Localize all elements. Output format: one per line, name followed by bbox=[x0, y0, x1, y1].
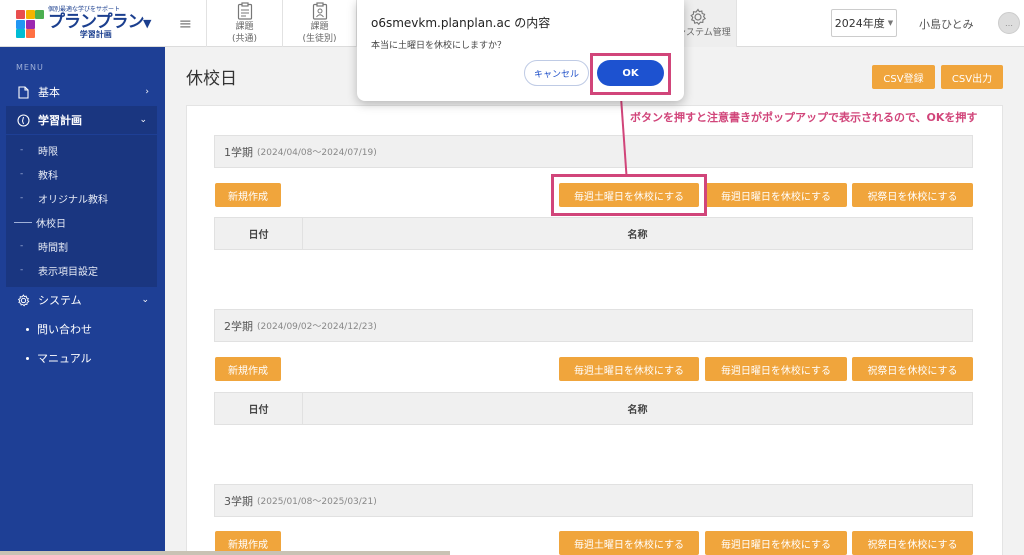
csv-import-button[interactable]: CSV登録 bbox=[872, 65, 935, 89]
holiday-closed-button[interactable]: 祝祭日を休校にする bbox=[852, 531, 973, 555]
sunday-closed-button[interactable]: 毎週日曜日を休校にする bbox=[705, 183, 847, 207]
term-dates: (2025/01/08〜2025/03/21) bbox=[257, 497, 377, 507]
sidebar-sub-label: 表示項目設定 bbox=[38, 266, 98, 278]
year-select[interactable]: 2024年度 ▼ bbox=[831, 9, 897, 37]
sidebar-item-system[interactable]: システム ⌄ bbox=[0, 286, 165, 314]
tab-assignment-common[interactable]: 課題 (共通) bbox=[207, 0, 283, 47]
saturday-closed-button[interactable]: 毎週土曜日を休校にする bbox=[559, 357, 699, 381]
gear-icon bbox=[690, 8, 707, 25]
sidebar-sub-label: オリジナル教科 bbox=[38, 194, 108, 206]
logo-mark-icon bbox=[16, 9, 44, 38]
chevron-down-icon: ⌄ bbox=[139, 115, 147, 125]
new-button[interactable]: 新規作成 bbox=[215, 357, 281, 381]
logo-main-text: プランプラン bbox=[48, 11, 144, 32]
holiday-closed-button[interactable]: 祝祭日を休校にする bbox=[852, 357, 973, 381]
sidebar-item-inquiry[interactable]: 問い合わせ bbox=[0, 316, 165, 342]
dialog-message: 本当に土曜日を休校にしますか？ bbox=[371, 41, 507, 51]
tab-label-sub: (生徒別) bbox=[302, 33, 337, 44]
table-header: 日付 名称 bbox=[214, 392, 973, 425]
tab-assignment-student[interactable]: 課題 (生徒別) bbox=[283, 0, 357, 47]
col-name: 名称 bbox=[627, 405, 648, 416]
sunday-closed-button[interactable]: 毎週日曜日を休校にする bbox=[705, 357, 847, 381]
term-name: 1学期 bbox=[224, 145, 253, 159]
horizontal-scrollbar[interactable] bbox=[0, 551, 450, 555]
sidebar-item-label: 基本 bbox=[38, 86, 60, 99]
col-date: 日付 bbox=[215, 218, 303, 249]
avatar-text: … bbox=[1005, 18, 1013, 28]
annotation-text: ボタンを押すと注意書きがポップアップで表示されるので、OKを押す bbox=[630, 111, 978, 124]
tab-label: 課題 bbox=[310, 21, 329, 32]
sidebar-sub-original-subject[interactable]: - オリジナル教科 bbox=[6, 186, 157, 210]
menu-label: MENU bbox=[16, 63, 44, 72]
sidebar-sub-display-settings[interactable]: - 表示項目設定 bbox=[6, 258, 157, 282]
dialog-title: o6smevkm.planplan.ac の内容 bbox=[371, 16, 551, 30]
sidebar-item-study-plan[interactable]: 学習計画 ⌄ bbox=[6, 106, 157, 134]
saturday-closed-button[interactable]: 毎週土曜日を休校にする bbox=[559, 531, 699, 555]
app-switch-caret-icon[interactable]: ▼ bbox=[143, 17, 151, 30]
term-dates: (2024/04/08〜2024/07/19) bbox=[257, 148, 377, 158]
csv-export-button[interactable]: CSV出力 bbox=[941, 65, 1003, 89]
col-date: 日付 bbox=[215, 393, 303, 424]
term-header: 3学期 (2025/01/08〜2025/03/21) bbox=[214, 484, 973, 517]
gear-icon bbox=[17, 293, 29, 307]
sidebar-sub-closed-days[interactable]: 休校日 bbox=[6, 210, 157, 234]
sidebar-sub-timetable[interactable]: - 時間割 bbox=[6, 234, 157, 258]
term-name: 3学期 bbox=[224, 494, 253, 508]
document-icon bbox=[17, 85, 29, 99]
sidebar-item-basic[interactable]: 基本 › bbox=[0, 78, 165, 106]
sidebar-item-label: 問い合わせ bbox=[37, 323, 92, 336]
sidebar-item-label: マニュアル bbox=[37, 352, 92, 365]
logo-sub-text: 学習計画 bbox=[79, 30, 112, 40]
study-plan-submenu: - 時限 - 教科 - オリジナル教科 休校日 - 時間割 - 表示項目設定 bbox=[6, 135, 157, 287]
tab-label-sub: (共通) bbox=[231, 33, 258, 44]
sidebar-sub-label: 休校日 bbox=[36, 218, 66, 230]
term-dates: (2024/09/02〜2024/12/23) bbox=[257, 322, 377, 332]
clipboard-icon bbox=[237, 2, 252, 20]
avatar[interactable]: … bbox=[998, 12, 1020, 34]
term-header: 2学期 (2024/09/02〜2024/12/23) bbox=[214, 309, 973, 342]
sidebar-sub-label: 時限 bbox=[38, 146, 58, 158]
sunday-closed-button[interactable]: 毎週日曜日を休校にする bbox=[705, 531, 847, 555]
year-value: 2024年度 bbox=[834, 17, 885, 30]
sidebar-item-manual[interactable]: マニュアル bbox=[0, 345, 165, 371]
sidebar: MENU 基本 › 学習計画 ⌄ - 時限 - 教科 - オリジナル教科 休校日 -時… bbox=[0, 47, 165, 555]
page-title: 休校日 bbox=[186, 69, 237, 89]
compass-icon bbox=[16, 113, 30, 127]
holiday-closed-button[interactable]: 祝祭日を休校にする bbox=[852, 183, 973, 207]
chevron-down-icon: ▼ bbox=[887, 19, 894, 27]
sidebar-sub-label: 教科 bbox=[38, 170, 58, 182]
tab-label: 課題 bbox=[235, 21, 254, 32]
cancel-button[interactable]: キャンセル bbox=[524, 60, 589, 86]
highlight-ok-button bbox=[590, 53, 671, 95]
sidebar-item-label: 学習計画 bbox=[38, 114, 82, 127]
sidebar-item-label: システム bbox=[38, 294, 82, 307]
chevron-right-icon: › bbox=[145, 87, 149, 97]
menu-toggle-icon[interactable]: ≡ bbox=[165, 0, 207, 47]
new-button[interactable]: 新規作成 bbox=[215, 183, 281, 207]
table-header: 日付 名称 bbox=[214, 217, 973, 250]
sidebar-sub-subject[interactable]: - 教科 bbox=[6, 162, 157, 186]
highlight-saturday-button bbox=[551, 174, 707, 216]
chevron-down-icon: ⌄ bbox=[141, 295, 149, 305]
col-name: 名称 bbox=[627, 230, 648, 241]
term-name: 2学期 bbox=[224, 319, 253, 333]
app-logo[interactable]: 個別最適な学びをサポート プランプラン 学習計画 ▼ bbox=[0, 0, 165, 47]
sidebar-sub-label: 時間割 bbox=[38, 242, 68, 254]
term-header: 1学期 (2024/04/08〜2024/07/19) bbox=[214, 135, 973, 168]
sidebar-sub-period[interactable]: - 時限 bbox=[6, 138, 157, 162]
clipboard-person-icon bbox=[312, 2, 327, 20]
user-name[interactable]: 小島ひとみ bbox=[919, 16, 974, 32]
